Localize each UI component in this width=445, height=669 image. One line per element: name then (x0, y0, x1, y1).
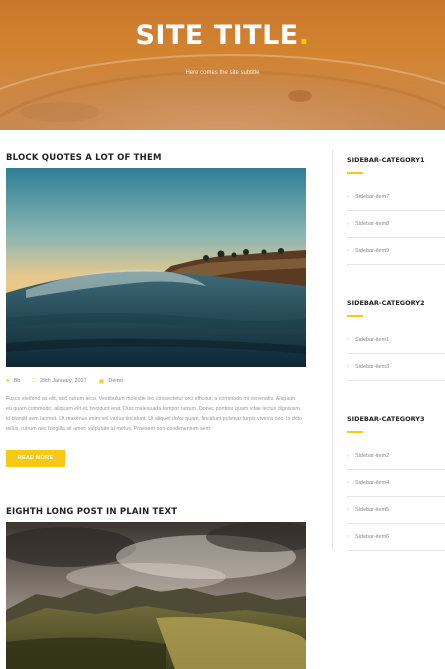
post-title[interactable]: EIGHTH LONG POST IN PLAIN TEXT (6, 504, 306, 522)
chevron-right-icon: › (347, 337, 349, 343)
post-date: 29th January, 2017 (39, 378, 87, 384)
sidebar-item[interactable]: › Sidebar-item7 (347, 184, 445, 211)
chevron-right-icon: › (347, 364, 349, 370)
sidebar-item[interactable]: › Sidebar-item4 (347, 470, 445, 497)
sidebar-item-label[interactable]: Sidebar-item8 (355, 221, 389, 227)
sidebar-item-label[interactable]: Sidebar-item7 (355, 194, 389, 200)
chevron-right-icon: › (347, 221, 349, 227)
site-title-text[interactable]: SITE TITLE (135, 20, 298, 51)
post-card: BLOCK QUOTES A LOT OF THEM ● Bb □ 29th J… (6, 150, 306, 467)
sidebar-item[interactable]: › Sidebar-item1 (347, 327, 445, 354)
chevron-right-icon: › (347, 507, 349, 513)
sidebar-item[interactable]: › Sidebar-item5 (347, 497, 445, 524)
sidebar-item-label[interactable]: Sidebar-item9 (355, 248, 389, 254)
sidebar-widget-category2: SIDEBAR-CATEGORY2 › Sidebar-item1 › Sideba… (347, 299, 445, 381)
site-header: SITE TITLE. Here comes the site subtitle (0, 0, 445, 130)
post-meta: ● Bb □ 29th January, 2017 ▣ Demo (6, 375, 306, 387)
post-excerpt: Fusce eleifend as elit, sed rutrum arcu.… (6, 396, 302, 432)
sidebar-item[interactable]: › Sidebar-item6 (347, 524, 445, 551)
folder-icon: ▣ (98, 378, 105, 385)
sidebar-divider (332, 150, 333, 550)
post-image-mountains[interactable] (6, 522, 306, 669)
post-category[interactable]: Demo (108, 378, 123, 384)
site-subtitle: Here comes the site subtitle (185, 70, 260, 76)
sidebar-item[interactable]: › Sidebar-item9 (347, 238, 445, 265)
main-content: BLOCK QUOTES A LOT OF THEM ● Bb □ 29th J… (6, 150, 306, 669)
widget-underline (347, 315, 363, 317)
post-image-ocean-wave[interactable] (6, 168, 306, 367)
sidebar-widget-category1: SIDEBAR-CATEGORY1 › Sidebar-item7 › Sideba… (347, 156, 445, 265)
user-icon: ● (6, 378, 10, 384)
chevron-right-icon: › (347, 248, 349, 254)
widget-underline (347, 172, 363, 174)
sidebar-item[interactable]: › Sidebar-item2 (347, 443, 445, 470)
sidebar-widget-category3: SIDEBAR-CATEGORY3 › Sidebar-item2 › Sideba… (347, 415, 445, 551)
site-title[interactable]: SITE TITLE. (0, 20, 445, 51)
chevron-right-icon: › (347, 534, 349, 540)
widget-title: SIDEBAR-CATEGORY3 (347, 415, 425, 423)
chevron-right-icon: › (347, 194, 349, 200)
sidebar-item[interactable]: › Sidebar-item8 (347, 211, 445, 238)
sidebar-item-label[interactable]: Sidebar-item2 (355, 453, 389, 459)
calendar-icon: □ (32, 378, 36, 384)
sidebar-item[interactable]: › Sidebar-item3 (347, 354, 445, 381)
sidebar-item-label[interactable]: Sidebar-item5 (355, 507, 389, 513)
sidebar-item-label[interactable]: Sidebar-item4 (355, 480, 389, 486)
widget-title: SIDEBAR-CATEGORY1 (347, 156, 425, 164)
sidebar-item-label[interactable]: Sidebar-item1 (355, 337, 389, 343)
post-title[interactable]: BLOCK QUOTES A LOT OF THEM (6, 150, 306, 168)
sidebar-item-label[interactable]: Sidebar-item6 (355, 534, 389, 540)
chevron-right-icon: › (347, 453, 349, 459)
widget-underline (347, 431, 363, 433)
widget-title: SIDEBAR-CATEGORY2 (347, 299, 425, 307)
chevron-right-icon: › (347, 480, 349, 486)
read-more-button[interactable]: READ MORE (6, 450, 65, 467)
post-author[interactable]: Bb (14, 378, 21, 384)
sidebar-item-label[interactable]: Sidebar-item3 (355, 364, 389, 370)
post-card: EIGHTH LONG POST IN PLAIN TEXT (6, 504, 306, 669)
site-title-dot: . (298, 20, 310, 51)
